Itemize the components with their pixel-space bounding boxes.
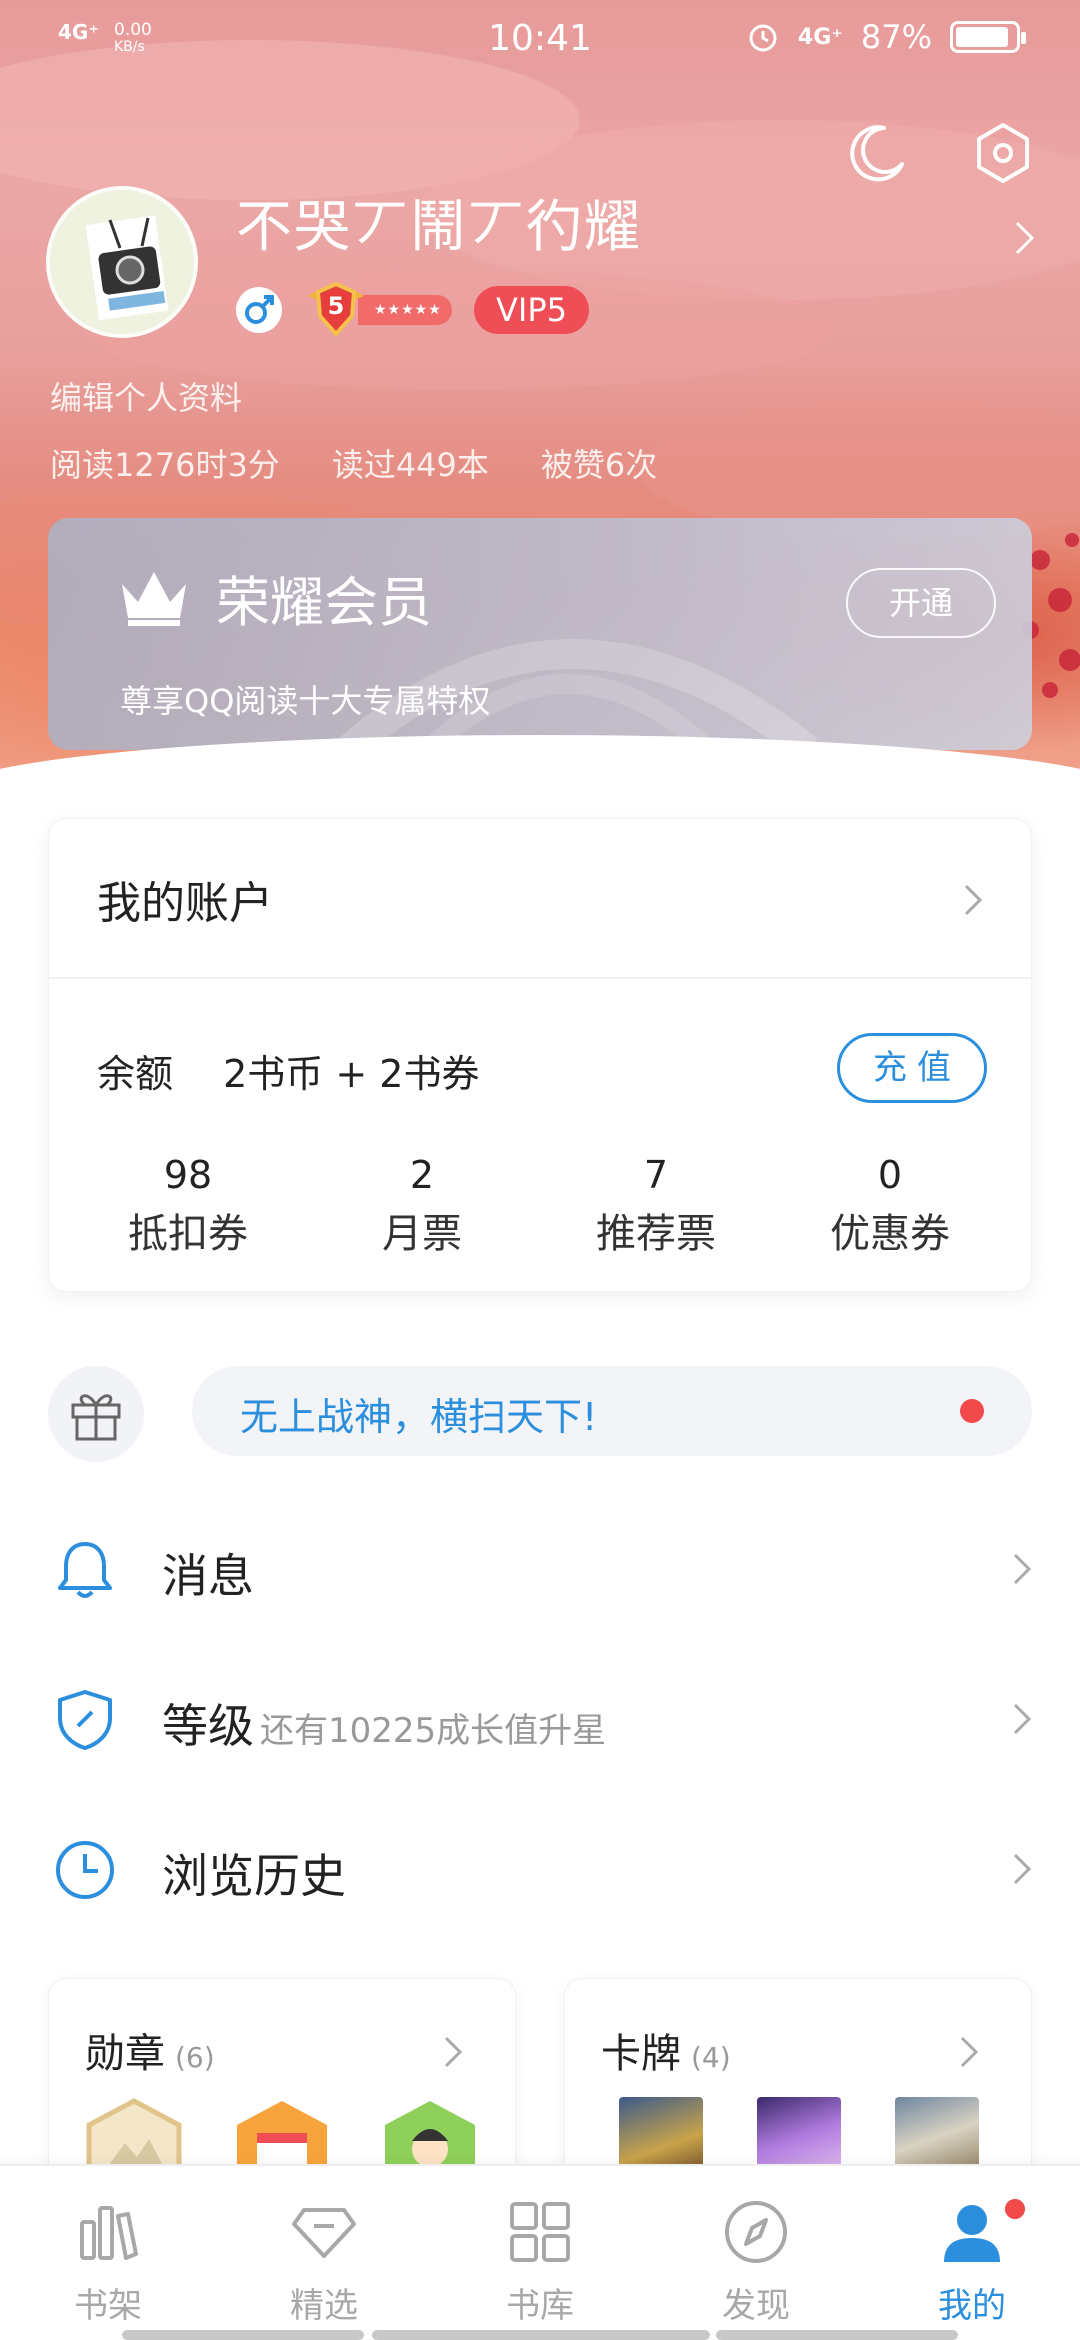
level-shield-icon: 5 [304,281,368,338]
medals-title: 勋章 [85,2031,165,2077]
vip-card-subtitle: 尊享QQ阅读十大专属特权 [120,682,491,720]
balance: 余额 2书币 + 2书券 [97,1043,479,1098]
reading-time: 阅读1276时3分 [50,446,280,484]
tab-me[interactable]: 我的 [864,2196,1080,2327]
vip-membership-card[interactable]: 荣耀会员 尊享QQ阅读十大专属特权 开通 [48,518,1032,750]
activate-vip-button[interactable]: 开通 [846,568,996,638]
night-mode-icon[interactable] [844,120,910,186]
chevron-right-icon[interactable] [963,883,983,917]
chevron-right-icon [444,2036,463,2068]
coupon-stat[interactable]: 98 抵扣券 [71,1153,305,1259]
balance-value: 2书币 + 2书券 [223,1052,480,1096]
medals-count: (6) [175,2041,215,2074]
notification-dot [1002,2196,1028,2222]
reading-stats: 阅读1276时3分 读过449本 被赞6次 [50,440,657,486]
tab-discover[interactable]: 发现 [648,2196,864,2327]
monthly-ticket-stat[interactable]: 2 月票 [305,1153,539,1259]
user-icon [944,2205,1000,2262]
battery-icon [950,21,1026,53]
level-stars: ★★★★★ [358,295,452,325]
settings-icon[interactable] [970,120,1036,186]
avatar[interactable] [46,186,198,338]
cards-title: 卡牌 [601,2031,681,2077]
gift-button[interactable] [48,1366,144,1462]
tab-featured[interactable]: 精选 [216,2196,432,2327]
chevron-right-icon [1013,1703,1032,1735]
chevron-right-icon [1013,1853,1032,1885]
bell-icon [58,1542,112,1598]
account-card: 我的账户 余额 2书币 + 2书券 充值 98 抵扣券 2 月票 7 推荐票 0… [48,818,1033,1292]
menu-messages-label: 消息 [162,1549,254,1603]
vip-card-title: 荣耀会员 [216,571,432,634]
bottom-tab-bar: 书架 精选 书库 发现 我的 [0,2164,1080,2340]
menu-level-label: 等级 [162,1699,254,1753]
discount-coupon-stat[interactable]: 0 优惠券 [773,1153,1007,1259]
account-title[interactable]: 我的账户 [97,867,273,931]
chevron-right-icon [960,2036,979,2068]
likes-received: 被赞6次 [540,446,658,484]
shield-icon [58,1690,112,1750]
crown-icon [122,572,186,626]
male-gender-icon [236,287,282,333]
cards-count: (4) [691,2041,731,2074]
chevron-right-icon [1013,1553,1032,1585]
network-type: 4G⁺ [797,24,843,50]
vip-badge[interactable]: VIP5 [474,286,589,334]
clock-icon [56,1841,114,1899]
alarm-icon [749,24,777,52]
compass-icon [725,2201,787,2263]
menu-history-label: 浏览历史 [162,1849,346,1903]
promo-banner[interactable]: 无上战神，横扫天下! [192,1366,1032,1456]
battery-percent: 87% [860,18,932,56]
notification-dot [960,1399,984,1423]
username[interactable]: 不哭丆鬧丆彴耀 [236,182,642,263]
tab-library[interactable]: 书库 [432,2196,648,2327]
recommend-ticket-stat[interactable]: 7 推荐票 [539,1153,773,1259]
bookshelf-icon [80,2206,138,2260]
diamond-icon [292,2208,356,2258]
level-hint: 还有10225成长值升星 [260,1711,607,1751]
books-read: 读过449本 [331,446,489,484]
menu-messages[interactable]: 消息 [0,1516,1080,1626]
menu-level[interactable]: 等级 还有10225成长值升星 [0,1666,1080,1776]
promo-text: 无上战神，横扫天下! [240,1395,598,1439]
edit-profile-link[interactable]: 编辑个人资料 [50,373,242,419]
gift-icon [71,1394,121,1441]
chevron-right-icon[interactable] [1014,220,1036,256]
tab-bookshelf[interactable]: 书架 [0,2196,216,2327]
profile-header: 4G⁺ 0.00 KB/s 10:41 4G⁺ 87% 不哭丆鬧丆彴耀 5 ★★… [0,0,1080,770]
grid-icon [510,2202,570,2262]
balance-label: 余额 [97,1052,174,1096]
level-number: 5 [327,292,345,320]
recharge-button[interactable]: 充值 [837,1033,987,1103]
status-bar: 4G⁺ 0.00 KB/s 10:41 4G⁺ 87% [0,0,1080,84]
menu-history[interactable]: 浏览历史 [0,1816,1080,1926]
level-badge[interactable]: 5 ★★★★★ [304,281,452,338]
